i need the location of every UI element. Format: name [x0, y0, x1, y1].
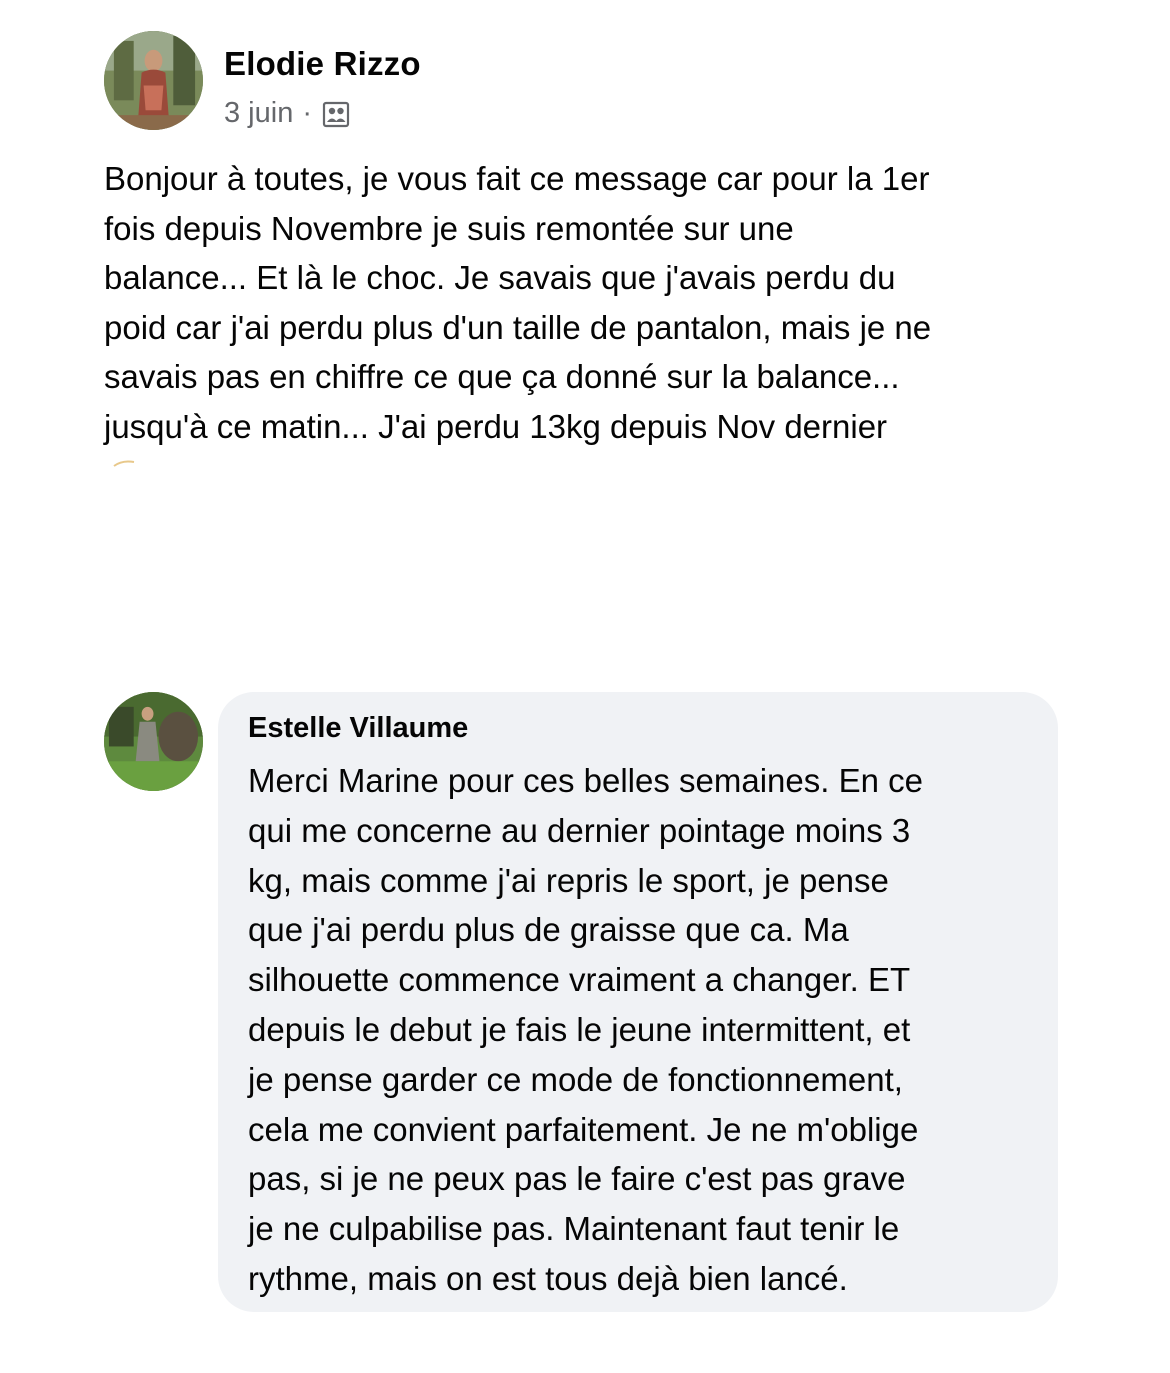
comment-author-avatar[interactable] — [104, 692, 203, 791]
comment-author-name[interactable]: Estelle Villaume — [248, 712, 468, 745]
emoji-fragment-icon — [113, 460, 135, 467]
comment-text: Merci Marine pour ces belles semaines. E… — [248, 762, 923, 1297]
group-audience-icon[interactable] — [321, 99, 351, 129]
post-author-avatar[interactable] — [104, 31, 203, 130]
avatar-photo — [104, 692, 203, 791]
post-author-name[interactable]: Elodie Rizzo — [224, 45, 421, 83]
avatar-photo — [104, 31, 203, 130]
post-text: Bonjour à toutes, je vous fait ce messag… — [104, 160, 932, 445]
meta-separator: · — [302, 97, 312, 129]
post-meta: 3 juin · — [224, 97, 351, 130]
post-date[interactable]: 3 juin — [224, 97, 293, 130]
comment-bubble[interactable]: Estelle Villaume Merci Marine pour ces b… — [218, 692, 1058, 1312]
